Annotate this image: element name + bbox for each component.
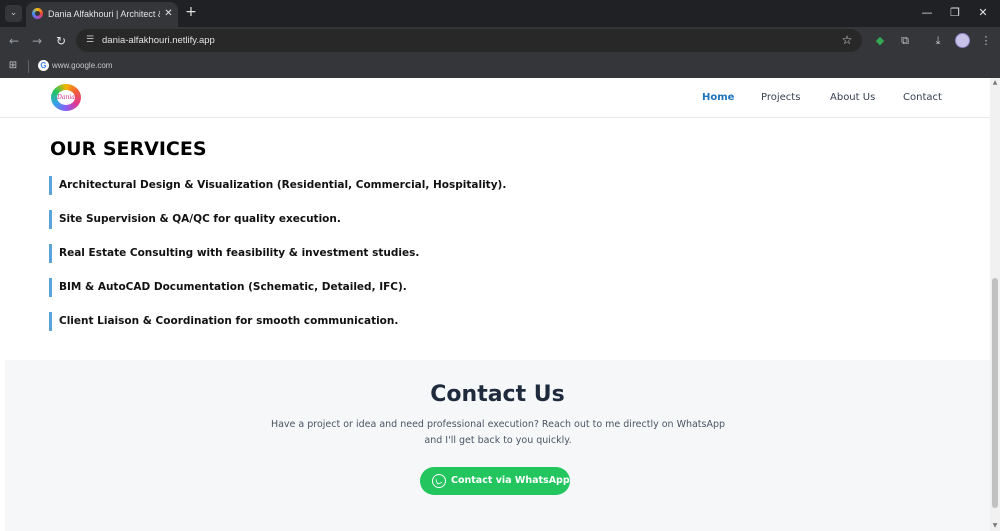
nav-about-link[interactable]: About Us <box>830 91 875 105</box>
profile-avatar[interactable] <box>955 33 970 48</box>
whatsapp-icon <box>432 474 446 488</box>
contact-title: Contact Us <box>430 382 565 407</box>
service-item: Site Supervision & QA/QC for quality exe… <box>49 210 341 229</box>
nav-contact-link[interactable]: Contact <box>903 91 942 105</box>
logo-text: Dania <box>57 90 75 105</box>
service-item: Architectural Design & Visualization (Re… <box>49 176 506 195</box>
menu-icon[interactable]: ⋮ <box>978 33 994 49</box>
tab-close-icon[interactable]: ✕ <box>162 7 175 20</box>
services-title: OUR SERVICES <box>50 138 207 160</box>
reload-icon[interactable]: ↻ <box>53 33 69 49</box>
scrollbar-thumb[interactable] <box>992 278 998 508</box>
nav-projects-link[interactable]: Projects <box>761 91 800 105</box>
bookmarks-bar: ⊞ G www.google.com <box>0 55 1000 78</box>
service-item: BIM & AutoCAD Documentation (Schematic, … <box>49 278 407 297</box>
extension-icon[interactable]: ◆ <box>872 33 888 49</box>
tab-title: Dania Alfakhouri | Architect & I <box>48 9 160 19</box>
browser-tab-strip: ⌄ Dania Alfakhouri | Architect & I ✕ + —… <box>0 0 1000 27</box>
url-text[interactable]: dania-alfakhouri.netlify.app <box>102 34 215 47</box>
contact-text-line-1: Have a project or idea and need professi… <box>270 419 726 430</box>
whatsapp-contact-button[interactable]: Contact via WhatsApp <box>420 467 570 495</box>
close-window-button[interactable]: ✕ <box>973 4 993 22</box>
minimize-button[interactable]: — <box>917 4 937 22</box>
browser-toolbar: ← → ↻ ☰ dania-alfakhouri.netlify.app ☆ ◆… <box>0 27 1000 55</box>
site-info-icon[interactable]: ☰ <box>83 34 97 47</box>
restore-button[interactable]: ❐ <box>945 4 965 22</box>
browser-tab[interactable]: Dania Alfakhouri | Architect & I ✕ <box>26 2 178 27</box>
contact-text-line-2: and I'll get back to you quickly. <box>424 435 572 446</box>
forward-icon[interactable]: → <box>29 33 45 49</box>
site-favicon-icon <box>32 8 43 19</box>
whatsapp-button-label: Contact via WhatsApp <box>451 475 570 486</box>
tab-search-button[interactable]: ⌄ <box>5 5 22 22</box>
bookmark-star-icon[interactable]: ☆ <box>840 33 854 47</box>
scroll-down-icon[interactable]: ▼ <box>990 521 1000 531</box>
page-scrollbar[interactable]: ▲ ▼ <box>990 78 1000 531</box>
address-bar[interactable]: ☰ dania-alfakhouri.netlify.app ☆ <box>76 29 862 52</box>
contact-description: Have a project or idea and need professi… <box>237 417 759 449</box>
download-icon[interactable]: ⤓ <box>930 33 946 49</box>
page-viewport: Dania Home Projects About Us Contact OUR… <box>0 78 1000 531</box>
site-logo[interactable]: Dania <box>51 84 81 111</box>
extensions-puzzle-icon[interactable]: ⧉ <box>897 33 913 49</box>
scroll-up-icon[interactable]: ▲ <box>990 78 1000 88</box>
apps-grid-icon[interactable]: ⊞ <box>7 60 19 72</box>
service-item: Client Liaison & Coordination for smooth… <box>49 312 398 331</box>
new-tab-button[interactable]: + <box>184 5 198 19</box>
nav-home-link[interactable]: Home <box>702 91 734 105</box>
google-icon[interactable]: G <box>38 60 49 71</box>
back-icon[interactable]: ← <box>6 33 22 49</box>
bookmark-google[interactable]: www.google.com <box>52 60 112 72</box>
bookmarks-divider <box>28 60 29 73</box>
service-item: Real Estate Consulting with feasibility … <box>49 244 419 263</box>
site-header: Dania Home Projects About Us Contact <box>0 78 990 118</box>
contact-section: Contact Us Have a project or idea and ne… <box>5 360 990 531</box>
